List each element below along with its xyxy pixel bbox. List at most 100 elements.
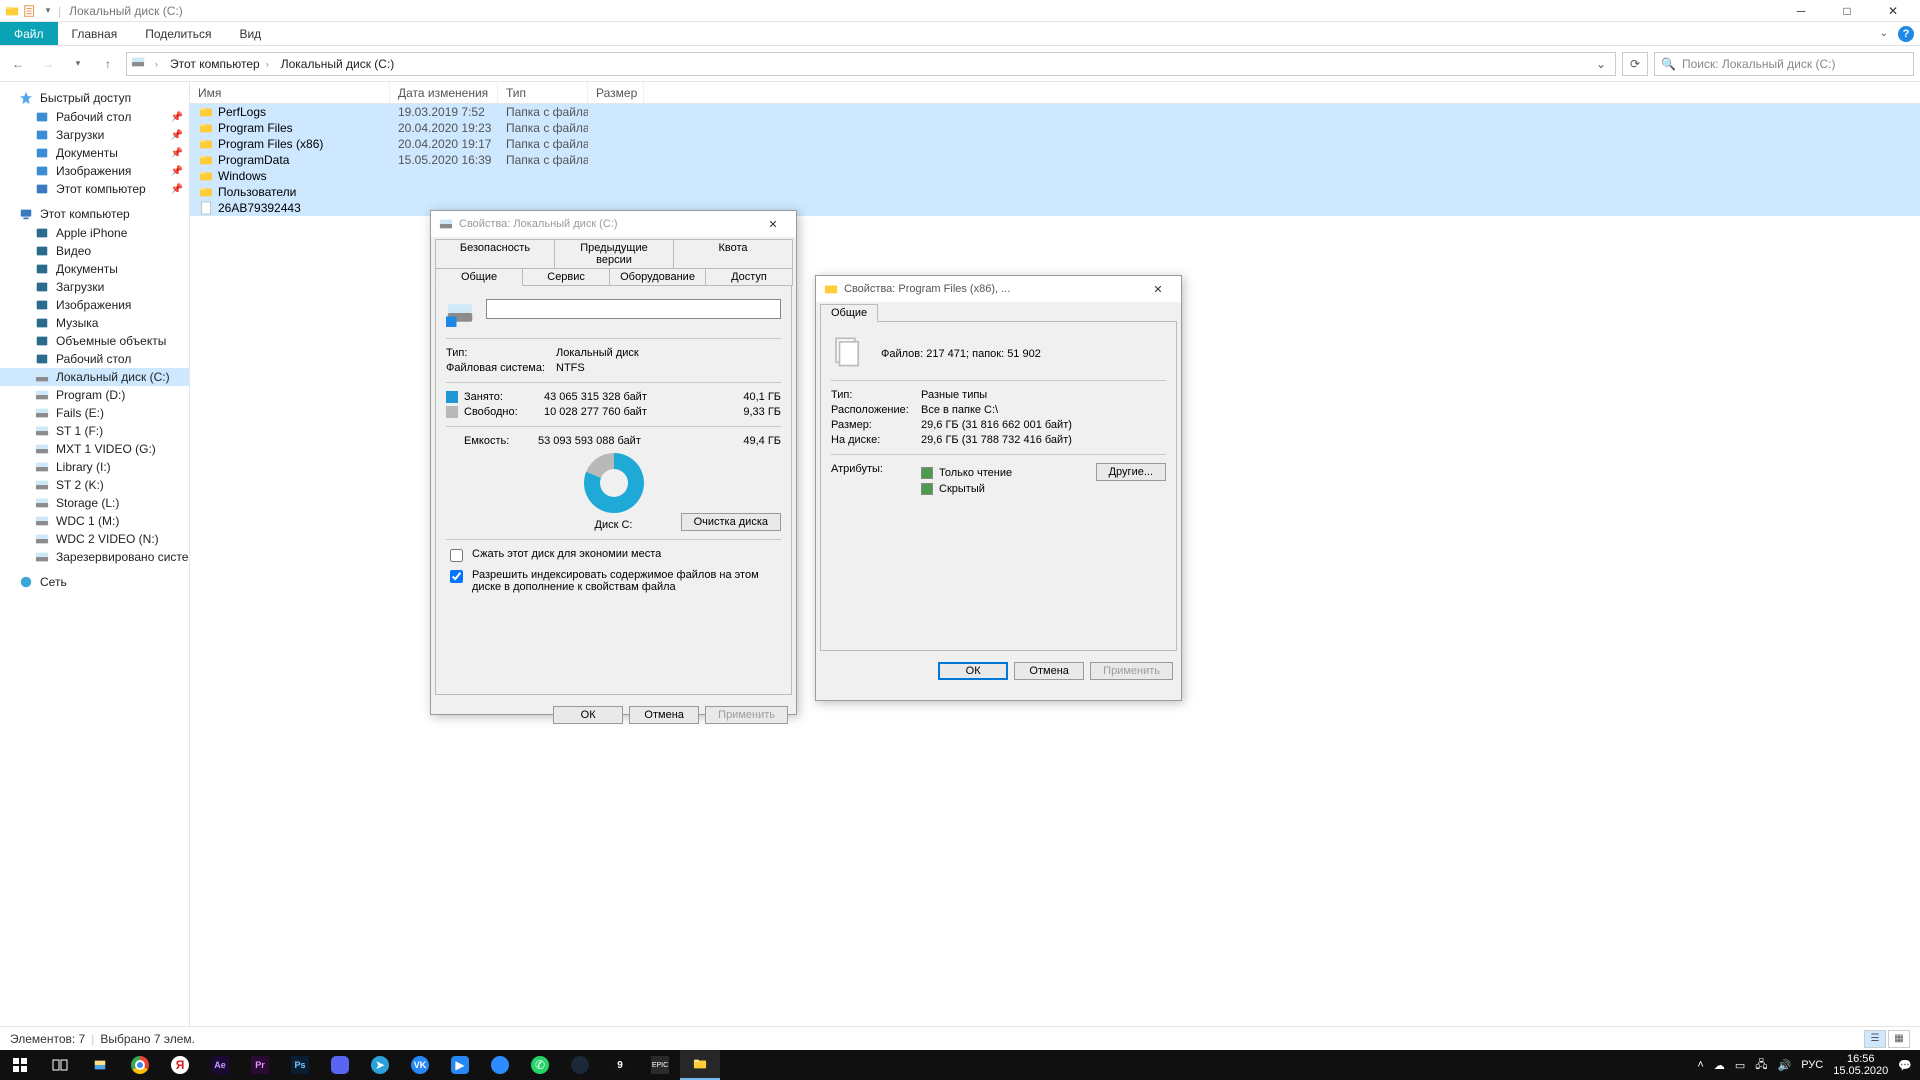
sidebar-item[interactable]: Изображения: [0, 296, 189, 314]
crumb-this-pc[interactable]: Этот компьютер›: [168, 57, 275, 71]
dialog-close-button[interactable]: ✕: [758, 218, 788, 231]
sidebar-item[interactable]: Загрузки: [0, 278, 189, 296]
table-row[interactable]: Windows: [190, 168, 1920, 184]
sidebar-item[interactable]: Документы📌: [0, 144, 189, 162]
tray-action-center-icon[interactable]: 💬: [1898, 1059, 1912, 1072]
col-size[interactable]: Размер: [588, 82, 644, 103]
compress-checkbox[interactable]: Сжать этот диск для экономии места: [446, 548, 781, 565]
disk-cleanup-button[interactable]: Очистка диска: [681, 513, 781, 531]
back-button[interactable]: ←: [6, 52, 30, 76]
qat-dropdown-icon[interactable]: ▾: [40, 3, 56, 19]
details-view-button[interactable]: ☰: [1864, 1030, 1886, 1048]
apply-button[interactable]: Применить: [705, 706, 788, 724]
dialog-title[interactable]: Свойства: Локальный диск (C:) ✕: [431, 211, 796, 237]
recent-dropdown-icon[interactable]: ▾: [66, 52, 90, 76]
col-date[interactable]: Дата изменения: [390, 82, 498, 103]
sidebar-item[interactable]: Документы: [0, 260, 189, 278]
crumb-drive-c[interactable]: Локальный диск (C:): [279, 57, 397, 71]
taskbar-app-zoom[interactable]: [480, 1050, 520, 1080]
advanced-button[interactable]: Другие...: [1096, 463, 1166, 481]
tray-language[interactable]: РУС: [1801, 1059, 1823, 1071]
taskbar-app-generic-dark[interactable]: 9: [600, 1050, 640, 1080]
tab-file[interactable]: Файл: [0, 22, 58, 45]
tray-clock[interactable]: 16:5615.05.2020: [1833, 1053, 1888, 1077]
taskbar-app-vk[interactable]: VK: [400, 1050, 440, 1080]
tab-sharing[interactable]: Доступ: [705, 268, 793, 286]
taskbar-app-yandex[interactable]: Я: [160, 1050, 200, 1080]
cancel-button[interactable]: Отмена: [1014, 662, 1084, 680]
ribbon-expand-icon[interactable]: ⌄: [1880, 28, 1888, 39]
tab-tools[interactable]: Сервис: [522, 268, 610, 286]
sidebar-item[interactable]: MXT 1 VIDEO (G:): [0, 440, 189, 458]
sidebar-item[interactable]: Library (I:): [0, 458, 189, 476]
taskbar-app-whatsapp[interactable]: ✆: [520, 1050, 560, 1080]
table-row[interactable]: ProgramData15.05.2020 16:39Папка с файла…: [190, 152, 1920, 168]
search-input[interactable]: 🔍 Поиск: Локальный диск (C:): [1654, 52, 1914, 76]
nav-quick-access[interactable]: Быстрый доступ: [0, 88, 189, 108]
sidebar-item[interactable]: Зарезервировано системой: [0, 548, 189, 566]
tab-view[interactable]: Вид: [225, 22, 275, 45]
sidebar-item[interactable]: Музыка: [0, 314, 189, 332]
table-row[interactable]: PerfLogs19.03.2019 7:52Папка с файлами: [190, 104, 1920, 120]
close-button[interactable]: ✕: [1870, 0, 1916, 22]
sidebar-item[interactable]: Изображения📌: [0, 162, 189, 180]
sidebar-item[interactable]: ST 2 (K:): [0, 476, 189, 494]
sidebar-item[interactable]: Загрузки📌: [0, 126, 189, 144]
table-row[interactable]: Пользователи: [190, 184, 1920, 200]
tray-expand-icon[interactable]: ˄: [1697, 1059, 1703, 1071]
taskbar-app-photoshop[interactable]: Ps: [280, 1050, 320, 1080]
sidebar-item[interactable]: WDC 1 (M:): [0, 512, 189, 530]
sidebar-item[interactable]: Этот компьютер📌: [0, 180, 189, 198]
allow-index-checkbox[interactable]: Разрешить индексировать содержимое файло…: [446, 569, 781, 593]
hidden-checkbox[interactable]: Скрытый: [921, 483, 1096, 495]
sidebar-item[interactable]: Объемные объекты: [0, 332, 189, 350]
taskbar-app-explorer[interactable]: [680, 1050, 720, 1080]
taskbar-app-chrome[interactable]: [120, 1050, 160, 1080]
sidebar-item[interactable]: Рабочий стол: [0, 350, 189, 368]
drive-label-input[interactable]: [486, 299, 781, 319]
ok-button[interactable]: ОК: [938, 662, 1008, 680]
address-dropdown-icon[interactable]: ⌄: [1591, 57, 1611, 71]
apply-button[interactable]: Применить: [1090, 662, 1173, 680]
sidebar-item[interactable]: Storage (L:): [0, 494, 189, 512]
sidebar-item[interactable]: Локальный диск (C:): [0, 368, 189, 386]
refresh-button[interactable]: ⟳: [1622, 52, 1648, 76]
taskbar-app-epic[interactable]: EPIC: [640, 1050, 680, 1080]
taskbar-app-explorer-pin[interactable]: [80, 1050, 120, 1080]
tray-volume-icon[interactable]: 🔊: [1778, 1059, 1792, 1072]
taskbar-app-video[interactable]: ▶: [440, 1050, 480, 1080]
taskbar-app-after-effects[interactable]: Ae: [200, 1050, 240, 1080]
table-row[interactable]: Program Files (x86)20.04.2020 19:17Папка…: [190, 136, 1920, 152]
up-button[interactable]: ↑: [96, 52, 120, 76]
cancel-button[interactable]: Отмена: [629, 706, 699, 724]
sidebar-item[interactable]: ST 1 (F:): [0, 422, 189, 440]
tab-prev-versions[interactable]: Предыдущие версии: [554, 239, 674, 268]
col-name[interactable]: Имя: [190, 82, 390, 103]
sidebar-item[interactable]: Program (D:): [0, 386, 189, 404]
sidebar-item[interactable]: Apple iPhone: [0, 224, 189, 242]
tray-battery-icon[interactable]: ▭: [1735, 1059, 1745, 1072]
taskbar-app-steam[interactable]: [560, 1050, 600, 1080]
help-icon[interactable]: ?: [1898, 26, 1914, 42]
taskbar-app-telegram[interactable]: ➤: [360, 1050, 400, 1080]
dialog-close-button[interactable]: ✕: [1143, 283, 1173, 296]
tab-security[interactable]: Безопасность: [435, 239, 555, 268]
address-bar[interactable]: › Этот компьютер› Локальный диск (C:) ⌄: [126, 52, 1616, 76]
tab-general[interactable]: Общие: [820, 304, 878, 322]
tab-hardware[interactable]: Оборудование: [609, 268, 706, 286]
maximize-button[interactable]: □: [1824, 0, 1870, 22]
table-row[interactable]: Program Files20.04.2020 19:23Папка с фай…: [190, 120, 1920, 136]
sidebar-item[interactable]: Видео: [0, 242, 189, 260]
task-view-button[interactable]: [40, 1050, 80, 1080]
tab-share[interactable]: Поделиться: [131, 22, 225, 45]
properties-qat-icon[interactable]: [22, 3, 38, 19]
start-button[interactable]: [0, 1050, 40, 1080]
sidebar-item[interactable]: Fails (E:): [0, 404, 189, 422]
minimize-button[interactable]: ─: [1778, 0, 1824, 22]
readonly-checkbox[interactable]: Только чтение: [921, 467, 1096, 479]
sidebar-item[interactable]: WDC 2 VIDEO (N:): [0, 530, 189, 548]
taskbar-app-premiere[interactable]: Pr: [240, 1050, 280, 1080]
nav-network[interactable]: Сеть: [0, 572, 189, 592]
chevron-right-icon[interactable]: ›: [151, 59, 162, 69]
tab-general[interactable]: Общие: [435, 268, 523, 286]
